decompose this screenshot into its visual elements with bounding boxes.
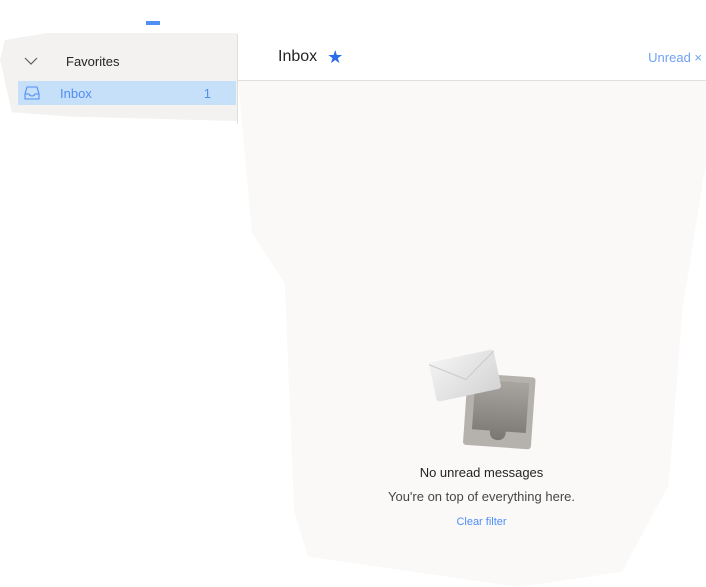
list-header: Inbox ★ Unread × bbox=[238, 34, 706, 81]
unread-filter-button[interactable]: Unread × bbox=[648, 50, 702, 65]
top-accent bbox=[146, 21, 160, 25]
page-title: Inbox bbox=[278, 48, 318, 65]
empty-inbox-illustration-icon bbox=[428, 349, 536, 450]
star-icon[interactable]: ★ bbox=[327, 47, 343, 68]
favorites-header[interactable]: Favorites bbox=[18, 46, 236, 76]
unread-count: 1 bbox=[203, 85, 211, 101]
sidebar-item-inbox[interactable]: Inbox 1 bbox=[18, 81, 236, 105]
chevron-down-icon[interactable] bbox=[24, 54, 38, 68]
clear-filter-link[interactable]: Clear filter bbox=[456, 516, 506, 528]
inbox-icon bbox=[24, 86, 40, 100]
favorites-label: Favorites bbox=[66, 53, 120, 69]
empty-state: No unread messages You're on top of ever… bbox=[380, 345, 583, 530]
empty-subtitle: You're on top of everything here. bbox=[387, 489, 576, 504]
empty-title: No unread messages bbox=[419, 465, 544, 480]
sidebar-item-label: Inbox bbox=[60, 85, 92, 101]
